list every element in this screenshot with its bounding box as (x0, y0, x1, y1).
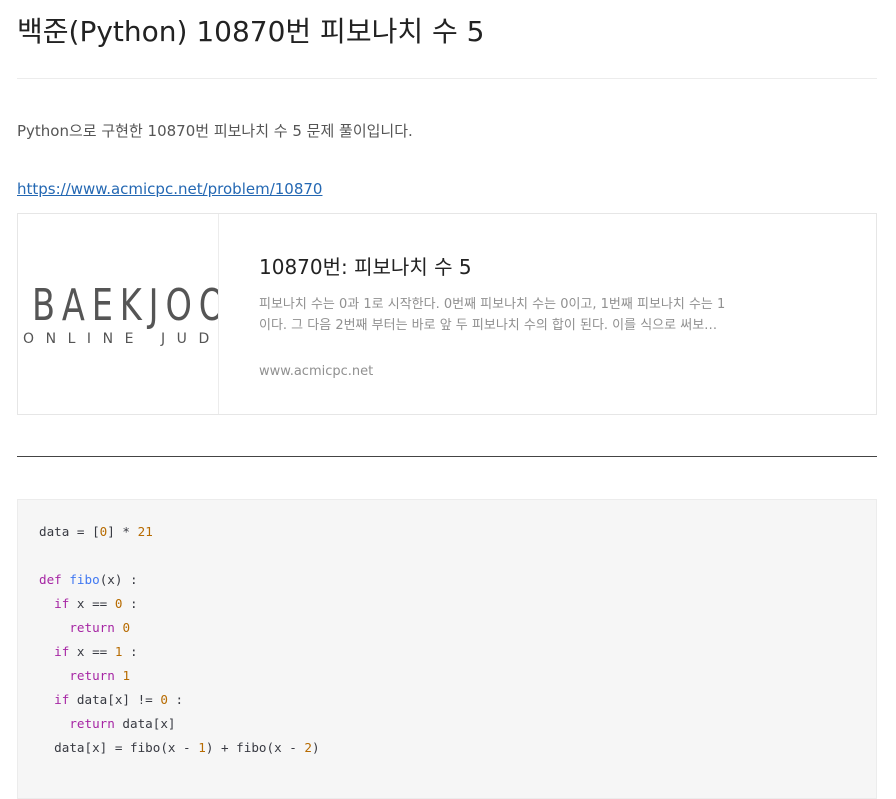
post-title: 백준(Python) 10870번 피보나치 수 5 (17, 15, 485, 48)
preview-description: 피보나치 수는 0과 1로 시작한다. 0번째 피보나치 수는 0이고, 1번째… (259, 297, 726, 333)
svg-text:BAEKJOON: BAEKJOON (32, 280, 218, 331)
code-block: data = [0] * 21 def fibo(x) : if x == 0 … (17, 499, 877, 799)
preview-host: www.acmicpc.net (259, 364, 374, 379)
link-preview-card[interactable]: BAEKJOON ONLINE JUDGE 10870번: 피보나치 수 5 피… (17, 213, 877, 415)
code-line: if data[x] != 0 : (54, 692, 184, 707)
code-line: return data[x] (69, 716, 176, 731)
code-line: def fibo(x) : (39, 572, 138, 587)
code-line: return 0 (69, 620, 131, 635)
code-line: return 1 (69, 668, 131, 683)
post-intro: Python으로 구현한 10870번 피보나치 수 5 문제 풀이입니다. (17, 122, 413, 140)
code-line: if x == 1 : (54, 644, 138, 659)
code-line: if x == 0 : (54, 596, 138, 611)
section-divider (17, 456, 877, 457)
baekjoon-logo: BAEKJOON ONLINE JUDGE (23, 280, 218, 347)
code-content: data = [0] * 21 def fibo(x) : if x == 0 … (39, 520, 320, 760)
code-line: data[x] = fibo(x - 1) + fibo(x - 2) (39, 740, 320, 755)
title-divider (17, 78, 877, 79)
preview-title: 10870번: 피보나치 수 5 (259, 255, 472, 279)
preview-thumbnail: BAEKJOON ONLINE JUDGE (18, 214, 219, 414)
svg-text:ONLINE JUDGE: ONLINE JUDGE (23, 331, 218, 347)
preview-body: 10870번: 피보나치 수 5 피보나치 수는 0과 1로 시작한다. 0번째… (259, 252, 729, 382)
code-line: data = [0] * 21 (39, 524, 153, 539)
problem-link[interactable]: https://www.acmicpc.net/problem/10870 (17, 178, 322, 200)
